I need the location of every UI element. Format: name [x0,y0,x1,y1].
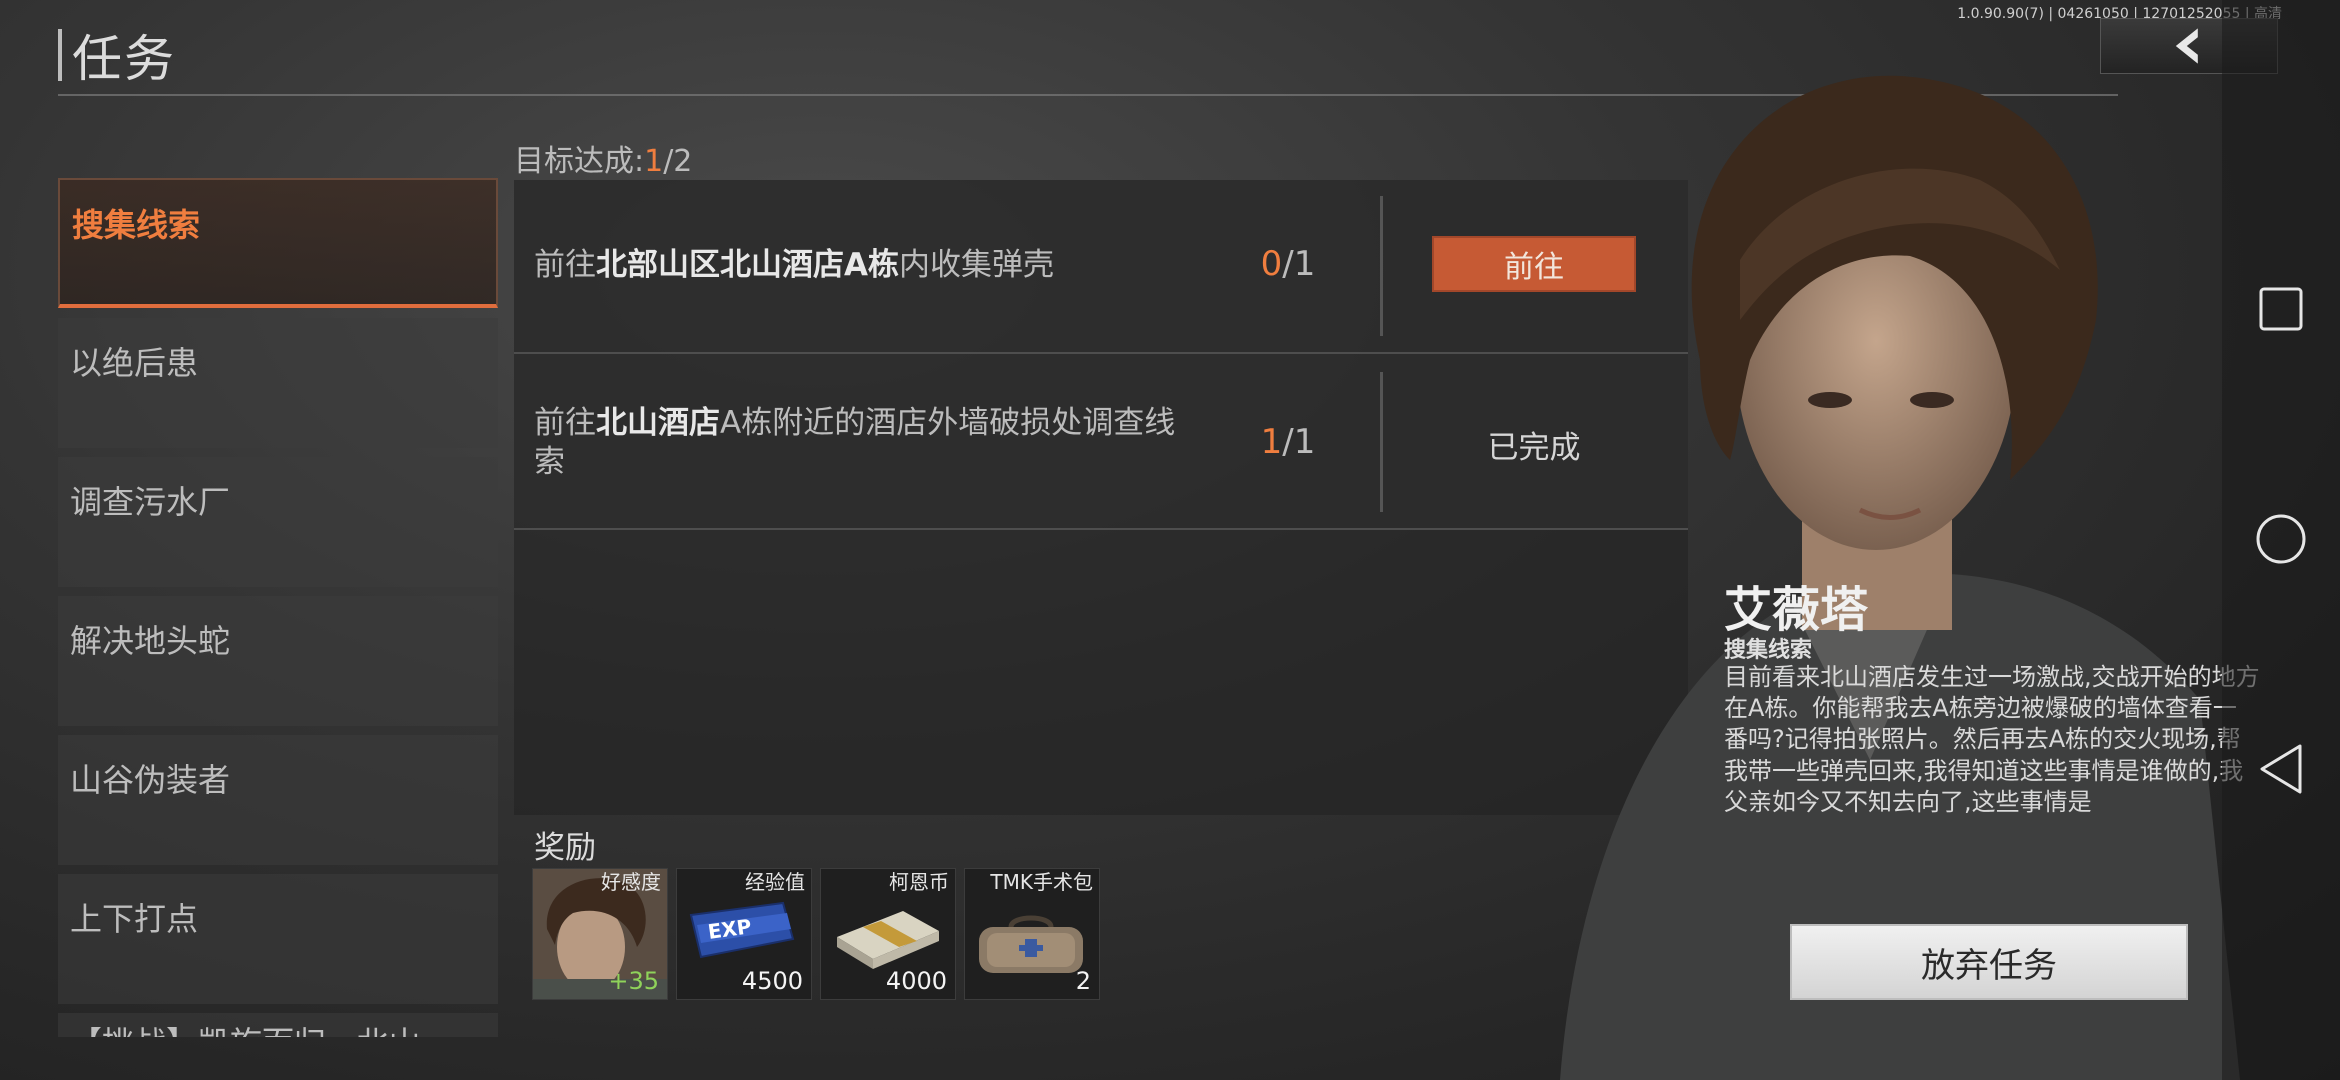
reward-affinity[interactable]: 好感度 +35 [532,868,668,1000]
sidebar-item-label: 搜集线索 [72,206,201,244]
objective-location: 北山酒店 [596,405,720,441]
sidebar-item-valley-impostor[interactable]: 山谷伪装者 [58,735,498,865]
reward-value: 2 [1075,967,1091,995]
progress-total: /1 [1282,422,1316,462]
row-divider [1380,196,1383,336]
page-title: 任务 [58,22,176,88]
goal-progress: 目标达成:1/2 [514,136,692,180]
objective-location: 北部山区北山酒店A栋 [596,247,899,283]
sidebar-item-label: 上下打点 [70,900,199,938]
progress-total: /1 [1282,244,1316,284]
objective-text-part: 前往 [534,405,596,441]
goal-label: 目标达成: [514,144,645,179]
sidebar-item-sewage-plant[interactable]: 调查污水厂 [58,457,498,587]
objective-progress: 1/1 [1258,422,1318,462]
recents-button[interactable] [2254,282,2308,336]
triangle-back-icon [2260,744,2302,794]
objective-text-part: 内收集弹壳 [899,247,1054,283]
reward-value: 4000 [885,967,947,995]
back-nav-button[interactable] [2254,742,2308,796]
circle-icon [2256,514,2306,564]
title-accent-bar [58,29,62,81]
reward-name: 好感度 [601,870,661,894]
reward-name: 经验值 [745,870,805,894]
reward-value: 4500 [741,967,803,995]
reward-exp[interactable]: EXP 经验值 4500 [676,868,812,1000]
reward-coin[interactable]: 柯恩币 4000 [820,868,956,1000]
sidebar-item-label: 调查污水厂 [70,483,231,521]
sidebar-item-local-gang[interactable]: 解决地头蛇 [58,596,498,726]
sidebar-item-challenge[interactable]: 【挑战】凯旋而归 · 北山 [58,1013,498,1037]
reward-name: TMK手术包 [990,870,1093,894]
objective-text-part: 前往 [534,247,596,283]
home-button[interactable] [2254,512,2308,566]
goal-current: 1 [644,144,664,179]
objective-text: 前往北部山区北山酒店A栋内收集弹壳 [534,246,1194,285]
sidebar-item-label: 山谷伪装者 [70,761,231,799]
sidebar-item-collect-clues[interactable]: 搜集线索 [58,178,498,308]
sidebar-item-label: 解决地头蛇 [70,622,231,660]
objective-row-1: 前往北部山区北山酒店A栋内收集弹壳 0/1 前往 [514,180,1688,354]
objective-text: 前往北山酒店A栋附近的酒店外墙破损处调查线索 [534,404,1194,482]
reward-value: +35 [608,967,659,995]
sidebar-item-label: 以绝后患 [70,344,199,382]
sidebar-item-label: 【挑战】凯旋而归 · 北山 [70,1024,421,1037]
rewards-label: 奖励 [534,830,596,866]
npc-task-title: 搜集线索 [1724,638,1813,663]
cash-stack-icon [837,911,939,969]
row-divider [1380,372,1383,512]
sidebar-item-bribe[interactable]: 上下打点 [58,874,498,1004]
reward-medkit[interactable]: TMK手术包 2 [964,868,1100,1000]
reward-name: 柯恩币 [889,870,949,894]
objective-row-2: 前往北山酒店A栋附近的酒店外墙破损处调查线索 1/1 已完成 [514,354,1688,530]
progress-current: 0 [1260,244,1283,284]
exp-card-icon: EXP [689,901,795,959]
npc-description: 目前看来北山酒店发生过一场激战,交战开始的地方在A栋。你能帮我去A栋旁边被爆破的… [1724,663,2260,814]
goal-total: /2 [663,144,693,179]
abandon-task-button[interactable]: 放弃任务 [1792,926,2186,998]
objective-progress: 0/1 [1258,244,1318,284]
progress-current: 1 [1260,422,1283,462]
npc-name: 艾薇塔 [1724,582,1869,638]
square-icon [2259,287,2303,331]
sidebar-item-eliminate-threat[interactable]: 以绝后患 [58,318,498,448]
medical-bag-icon [979,915,1083,973]
page-title-text: 任务 [72,30,176,88]
